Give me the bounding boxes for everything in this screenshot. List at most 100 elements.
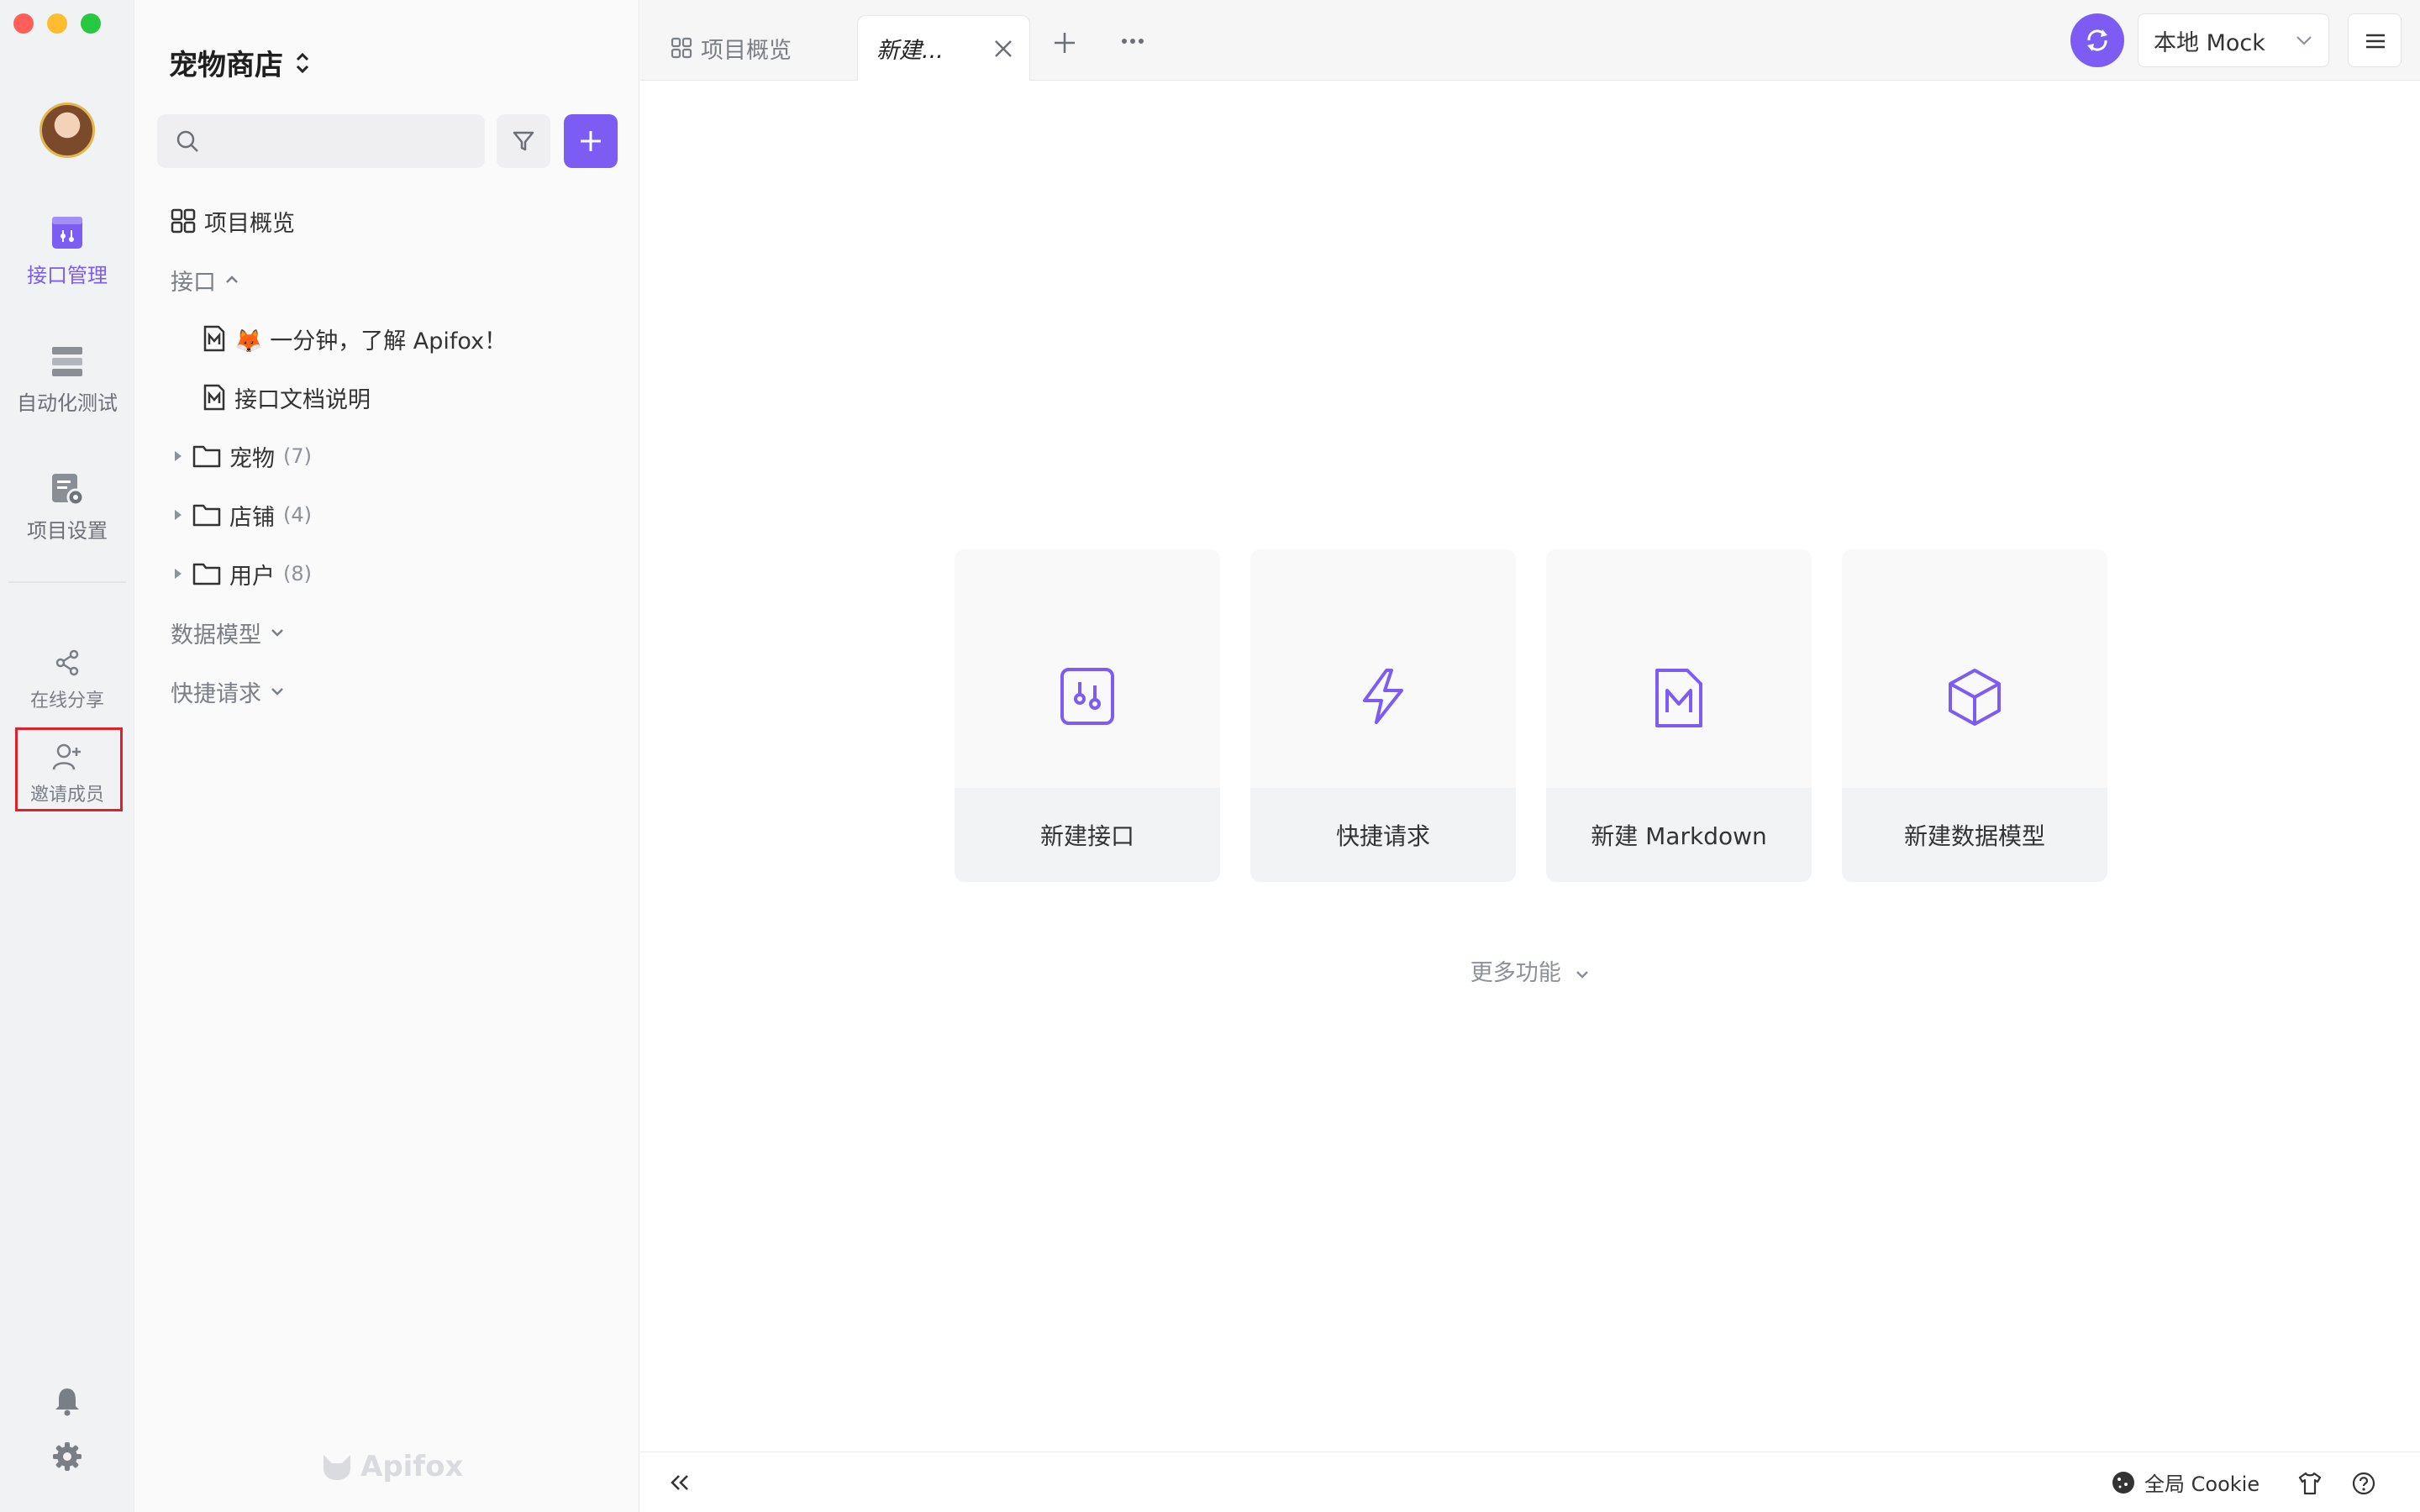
sync-button[interactable] [2070, 13, 2124, 67]
folder-count: (4) [283, 503, 312, 527]
folder-icon [192, 445, 221, 468]
filter-button[interactable] [497, 114, 550, 168]
sidebar: 宠物商店 项目概览 接口 🦊 一分钟，了解 Apifox！ 接口文档说明 宠物 … [135, 0, 639, 1512]
section-schemas[interactable]: 数据模型 [171, 612, 285, 654]
env-select[interactable]: 本地 Mock [2138, 13, 2329, 67]
more-tabs-icon[interactable] [1121, 37, 1144, 45]
search-input[interactable] [157, 114, 485, 168]
cookie-label: 全局 Cookie [2144, 1473, 2260, 1496]
tree-item-label: 项目概览 [204, 210, 295, 237]
chevron-down-icon [271, 629, 283, 637]
section-label: 接口 [171, 269, 216, 296]
tree-item-doc[interactable]: 🦊 一分钟，了解 Apifox！ [203, 318, 507, 360]
chevron-up-down-icon [296, 52, 309, 73]
left-rail: 接口管理 自动化测试 项目设置 在线分享 邀请成员 [0, 0, 134, 1512]
card-label: 快捷请求 [1250, 788, 1516, 882]
quick-create-cards: 新建接口 快捷请求 新建 Markdown 新建数据模型 [955, 549, 2107, 882]
api-manage-icon [52, 217, 82, 249]
tree-folder[interactable]: 店铺 (4) [172, 494, 312, 536]
project-name: 宠物商店 [169, 49, 283, 82]
help-icon[interactable] [2351, 1471, 2376, 1496]
card-new-schema[interactable]: 新建数据模型 [1842, 549, 2107, 882]
folder-icon [192, 563, 221, 585]
global-cookie-button[interactable]: 全局 Cookie [2111, 1467, 2260, 1497]
rail-item-auto-test[interactable]: 自动化测试 [0, 344, 134, 416]
caret-right-icon [175, 510, 182, 520]
rail-item-api-manage[interactable]: 接口管理 [0, 215, 134, 288]
card-label: 新建 Markdown [1546, 788, 1812, 882]
minimize-window-button[interactable] [47, 13, 67, 34]
close-window-button[interactable] [13, 13, 34, 34]
tab-label: 项目概览 [701, 37, 792, 64]
notifications-button[interactable] [0, 1386, 134, 1420]
tree-folder[interactable]: 宠物 (7) [172, 435, 312, 477]
menu-button[interactable] [2348, 13, 2402, 67]
apifox-watermark: Apifox [320, 1450, 463, 1483]
bell-icon [55, 1389, 79, 1416]
section-api[interactable]: 接口 [171, 259, 239, 301]
folder-count: (8) [283, 562, 312, 585]
folder-name: 宠物 [229, 445, 275, 472]
rail-item-share[interactable]: 在线分享 [0, 648, 134, 712]
rail-item-label: 自动化测试 [17, 391, 118, 415]
chevron-down-icon [271, 688, 283, 696]
more-features[interactable]: 更多功能 [640, 954, 2420, 987]
section-quick-requests[interactable]: 快捷请求 [171, 670, 285, 712]
tab-new[interactable]: 新建... [857, 15, 1030, 81]
grid-icon [671, 37, 692, 59]
env-label: 本地 Mock [2154, 29, 2265, 56]
markdown-icon [1655, 669, 1702, 727]
invite-member-icon [52, 743, 81, 770]
window-controls [13, 13, 101, 34]
project-settings-icon [52, 474, 84, 506]
auto-test-icon [52, 347, 82, 376]
watermark-text: Apifox [360, 1450, 464, 1483]
maximize-window-button[interactable] [81, 13, 101, 34]
rail-item-invite-member[interactable]: 邀请成员 [0, 743, 134, 806]
avatar[interactable] [39, 102, 95, 158]
app-window: 接口管理 自动化测试 项目设置 在线分享 邀请成员 宠物商店 项目概览 接口 🦊… [0, 0, 2420, 1512]
section-label: 数据模型 [171, 622, 261, 648]
tab-overview[interactable]: 项目概览 [671, 15, 792, 81]
tree-item-doc[interactable]: 接口文档说明 [203, 376, 371, 418]
caret-right-icon [175, 569, 182, 579]
rail-item-project-settings[interactable]: 项目设置 [0, 472, 134, 543]
markdown-file-icon [203, 384, 225, 411]
tab-bar: 项目概览 新建... 本地 Mock [640, 0, 2420, 81]
rail-item-label: 项目设置 [27, 519, 108, 543]
card-quick-request[interactable]: 快捷请求 [1250, 549, 1516, 882]
more-features-label: 更多功能 [1470, 960, 1561, 986]
new-tab-plus-icon[interactable] [1052, 30, 1077, 55]
rail-item-label: 接口管理 [27, 264, 108, 287]
plus-icon [581, 131, 601, 151]
project-switcher[interactable]: 宠物商店 [169, 42, 310, 83]
chevron-down-icon [1576, 970, 1589, 979]
cube-icon [1949, 669, 2001, 726]
folder-name: 店铺 [229, 504, 275, 531]
tree-item-overview[interactable]: 项目概览 [171, 200, 295, 242]
main-area: 项目概览 新建... 本地 Mock 新建接口 快捷请求 新建 Markdown… [640, 0, 2420, 1512]
add-button[interactable] [564, 114, 618, 168]
close-icon[interactable] [992, 38, 1014, 60]
markdown-file-icon [203, 325, 225, 352]
search-icon [176, 130, 198, 152]
chevron-down-icon [2296, 36, 2312, 45]
grid-icon [171, 208, 196, 234]
share-icon [55, 649, 79, 676]
card-new-api[interactable]: 新建接口 [955, 549, 1220, 882]
folder-name: 用户 [229, 563, 275, 590]
card-new-markdown[interactable]: 新建 Markdown [1546, 549, 1812, 882]
tree-item-label: 🦊 一分钟，了解 Apifox！ [234, 328, 508, 354]
filter-icon [513, 131, 534, 151]
folder-icon [192, 504, 221, 527]
tree-folder[interactable]: 用户 (8) [172, 553, 312, 595]
apifox-logo-icon [324, 1455, 350, 1480]
api-icon [1060, 668, 1114, 725]
tree-item-label: 接口文档说明 [234, 386, 371, 413]
cookie-icon [2112, 1471, 2134, 1494]
double-chevron-left-icon[interactable] [667, 1473, 691, 1493]
chevron-up-icon [226, 276, 238, 283]
theme-shirt-icon[interactable] [2297, 1471, 2323, 1496]
settings-button[interactable] [0, 1441, 134, 1475]
rail-item-label: 邀请成员 [29, 785, 104, 806]
